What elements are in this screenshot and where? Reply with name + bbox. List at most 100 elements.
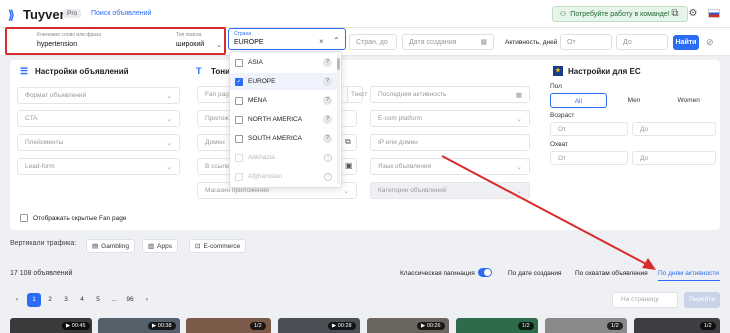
team-icon: ⚇ xyxy=(560,11,567,18)
ip-domain-field[interactable]: IP или домен xyxy=(370,134,530,151)
next-page-icon[interactable]: › xyxy=(140,293,154,307)
image-icon[interactable]: ▣ xyxy=(345,161,353,170)
text-field[interactable]: Текст xyxy=(347,86,367,103)
gender-men[interactable]: Men xyxy=(607,93,662,108)
checkbox-icon xyxy=(235,115,243,124)
video-duration: ▶ 00:38 xyxy=(148,322,176,330)
country-option-north-america[interactable]: NORTH AMERICA ? xyxy=(230,111,338,128)
country-value: EUROPE xyxy=(234,39,264,46)
sort-by-reach[interactable]: По охватам объявления xyxy=(575,270,648,277)
search-ads-link[interactable]: Поиск объявлений xyxy=(91,10,151,17)
page-ellipsis: ... xyxy=(111,296,117,303)
ad-card[interactable]: 1/2 xyxy=(634,318,720,333)
page-3[interactable]: 3 xyxy=(59,293,73,307)
info-icon: i xyxy=(324,153,332,162)
chevron-up-icon[interactable]: ⌃ xyxy=(333,36,340,45)
lead-form-select[interactable]: Lead-form ⌄ xyxy=(17,158,180,175)
calendar-icon: ▦ xyxy=(480,39,487,46)
gender-women[interactable]: Women xyxy=(661,93,716,108)
page-jump-input[interactable]: На страницу xyxy=(612,292,678,308)
placements-select[interactable]: Плейсменты ⌄ xyxy=(17,134,180,151)
search-type-value: широкий xyxy=(176,41,205,48)
vertical-chip-ecommerce[interactable]: ⊡ E-commerce xyxy=(189,239,247,253)
activity-to-field[interactable]: До xyxy=(616,34,668,50)
verticals-label: Вертикали трафика: xyxy=(10,240,77,247)
vertical-chip-apps[interactable]: ▥ Apps xyxy=(142,239,178,253)
search-type-select[interactable]: Тип поиска широкий ⌄ xyxy=(176,32,222,49)
ecom-platform-select[interactable]: E-com platform ⌄ xyxy=(370,110,530,127)
help-icon: ? xyxy=(323,134,332,143)
page-1[interactable]: 1 xyxy=(27,293,41,307)
ad-card[interactable]: 1/2 xyxy=(186,318,271,333)
chevron-down-icon: ⌄ xyxy=(516,163,522,171)
country-option-south-america[interactable]: SOUTH AMERICA ? xyxy=(230,130,338,147)
copy-icon[interactable]: ⧉ xyxy=(345,137,351,147)
classic-pagination-toggle[interactable] xyxy=(478,268,492,277)
prev-page-icon[interactable]: ‹ xyxy=(10,293,24,307)
country-select[interactable]: Страна EUROPE × ⌃ xyxy=(228,28,346,50)
ad-card[interactable]: 1/2 xyxy=(545,318,627,333)
activity-from-field[interactable]: От xyxy=(560,34,612,50)
ad-card[interactable]: ▶ 00:26 xyxy=(367,318,449,333)
ad-language-select[interactable]: Язык объявления ⌄ xyxy=(370,158,530,175)
country-option-europe[interactable]: ✓ EUROPE ? xyxy=(230,73,338,90)
ad-categories-select[interactable]: Категории объявлений ⌄ xyxy=(370,182,530,199)
ad-card[interactable]: ▶ 00:45 xyxy=(10,318,92,333)
ad-card[interactable]: ▶ 00:38 xyxy=(98,318,180,333)
show-hidden-fanpage-checkbox[interactable]: Отображать скрытые Fan page xyxy=(20,214,126,222)
tonality-title: T Тони xyxy=(196,66,231,76)
help-icon: ? xyxy=(323,58,332,67)
country-option-afghanistan[interactable]: Afghanistan i xyxy=(230,168,338,185)
classic-pagination-label: Классическая пагинация xyxy=(400,270,475,277)
age-from-field[interactable]: От xyxy=(550,122,628,136)
language-flag-icon[interactable] xyxy=(708,9,720,18)
sort-by-active-days[interactable]: По дням активности xyxy=(658,270,719,277)
checkbox-icon xyxy=(235,58,243,67)
cta-select[interactable]: CTA ⌄ xyxy=(17,110,180,127)
exclude-country-placeholder: Стран, до xyxy=(356,38,388,46)
checkbox-icon xyxy=(20,214,28,222)
bookmark-icon[interactable]: ⧉ xyxy=(668,7,682,21)
ad-card[interactable]: ▶ 00:28 xyxy=(278,318,360,333)
clear-icon[interactable]: × xyxy=(319,37,324,46)
reset-icon[interactable]: ⊘ xyxy=(706,37,714,48)
age-to-field[interactable]: До xyxy=(632,122,716,136)
sort-by-creation-date[interactable]: По дате создания xyxy=(508,270,562,277)
reach-to-field[interactable]: До xyxy=(632,151,716,165)
go-to-page-button[interactable]: Перейти xyxy=(684,292,720,308)
exclude-country-field[interactable]: Стран, до xyxy=(349,34,397,50)
page-2[interactable]: 2 xyxy=(43,293,57,307)
checkbox-icon xyxy=(235,96,243,105)
carousel-count: 1/2 xyxy=(700,322,716,330)
ad-format-select[interactable]: Формат объявлений ⌄ xyxy=(17,87,180,104)
eu-settings-title: ★ Настройки для ЕС xyxy=(553,66,641,76)
active-sort-underline xyxy=(658,280,720,281)
apps-icon: ▥ xyxy=(148,243,155,250)
page-4[interactable]: 4 xyxy=(75,293,89,307)
help-icon: ? xyxy=(323,96,332,105)
keyword-field[interactable]: Ключевое слово или фраза hypertension xyxy=(37,32,163,48)
ad-card[interactable]: 1/2 xyxy=(456,318,538,333)
country-option-asia[interactable]: ASIA ? xyxy=(230,54,338,71)
settings-icon[interactable]: ⚙ xyxy=(686,7,700,21)
checkbox-icon xyxy=(235,134,243,143)
page-96[interactable]: 96 xyxy=(123,293,137,307)
page-5[interactable]: 5 xyxy=(91,293,105,307)
pro-badge: Pro xyxy=(63,9,82,18)
vertical-chip-gambling[interactable]: ▤ Gambling xyxy=(86,239,135,253)
scrollbar-thumb[interactable] xyxy=(337,58,340,70)
video-duration: ▶ 00:45 xyxy=(62,322,90,330)
logo[interactable]: ⟫ Tuyver xyxy=(8,7,65,22)
reach-from-field[interactable]: От xyxy=(550,151,628,165)
cards-icon: ▤ xyxy=(92,243,99,250)
last-activity-field[interactable]: Последняя активность ▦ xyxy=(370,86,530,103)
dropdown-scrollbar[interactable] xyxy=(337,54,340,184)
country-option-mena[interactable]: MENA ? xyxy=(230,92,338,109)
creation-date-field[interactable]: Дата создания ▦ xyxy=(402,34,494,50)
gender-all[interactable]: All xyxy=(550,93,607,108)
help-icon: ? xyxy=(323,115,332,124)
country-option-abkhazia[interactable]: Abkhazia i xyxy=(230,149,338,166)
checkbox-icon xyxy=(235,153,243,162)
calendar-icon: ▦ xyxy=(515,91,522,99)
find-button[interactable]: Найти xyxy=(673,35,699,50)
